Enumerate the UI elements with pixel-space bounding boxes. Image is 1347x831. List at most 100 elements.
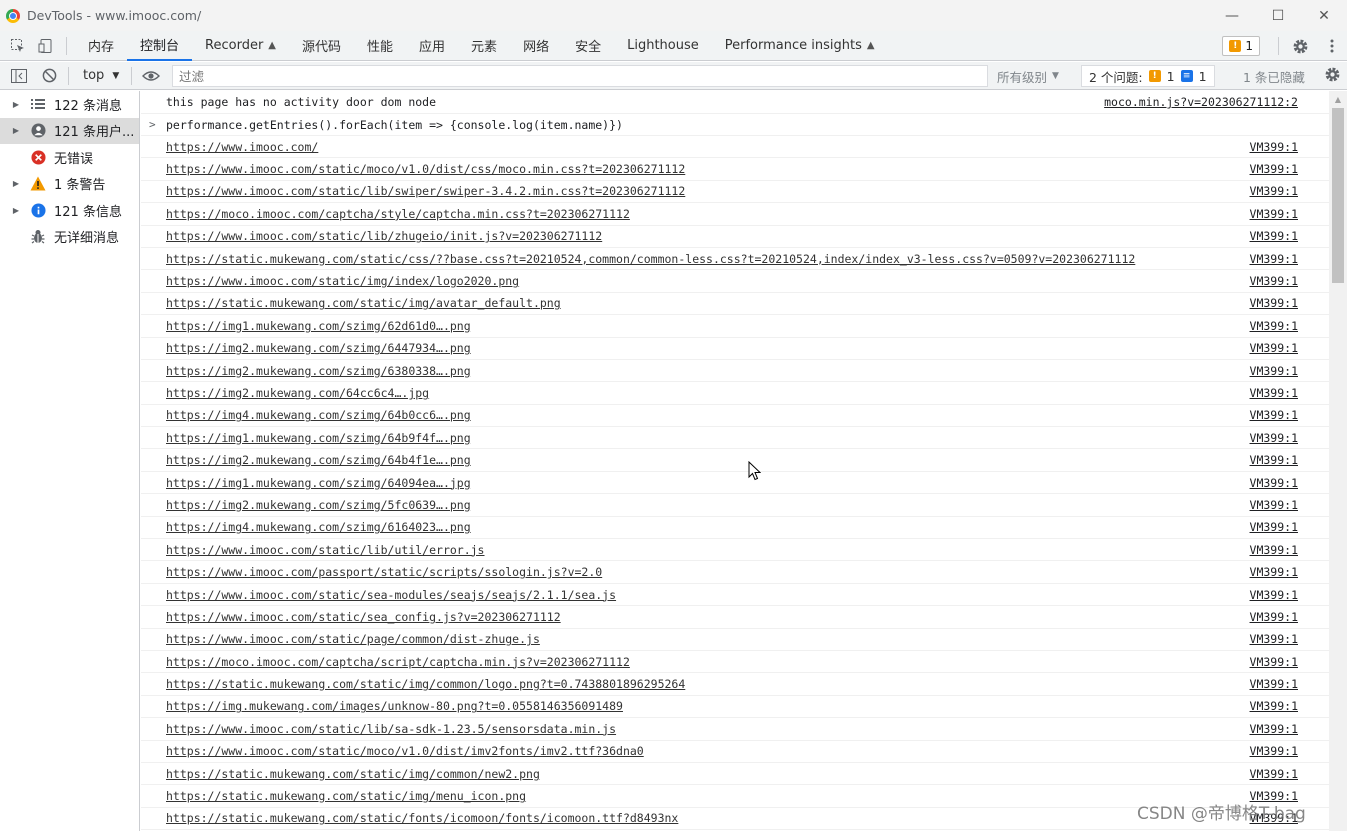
resource-url-link[interactable]: https://static.mukewang.com/static/img/m… [166, 789, 526, 803]
source-link[interactable]: VM399:1 [1250, 408, 1298, 422]
expand-arrow-icon[interactable]: ▶ [8, 126, 24, 135]
tab-3[interactable]: 源代码 [289, 31, 354, 61]
device-toolbar-icon[interactable] [32, 31, 60, 61]
context-selector[interactable]: top ▼ [73, 68, 127, 83]
source-link[interactable]: VM399:1 [1250, 655, 1298, 669]
console-scrollbar[interactable]: ▲ [1329, 91, 1347, 831]
tab-8[interactable]: 安全 [562, 31, 614, 61]
minimize-button[interactable]: — [1209, 0, 1255, 31]
tab-1[interactable]: 控制台 [127, 31, 193, 61]
source-link[interactable]: VM399:1 [1250, 543, 1298, 557]
source-link[interactable]: VM399:1 [1250, 296, 1298, 310]
clear-console-icon[interactable] [34, 62, 64, 90]
source-link[interactable]: VM399:1 [1250, 252, 1298, 266]
tab-0[interactable]: 内存 [75, 31, 127, 61]
source-link[interactable]: VM399:1 [1250, 162, 1298, 176]
source-link[interactable]: moco.min.js?v=202306271112:2 [1104, 95, 1298, 109]
tab-9[interactable]: Lighthouse [614, 31, 712, 61]
resource-url-link[interactable]: https://img2.mukewang.com/szimg/6447934…… [166, 341, 471, 355]
resource-url-link[interactable]: https://static.mukewang.com/static/fonts… [166, 811, 678, 825]
tab-7[interactable]: 网络 [510, 31, 562, 61]
resource-url-link[interactable]: https://static.mukewang.com/static/img/a… [166, 296, 561, 310]
resource-url-link[interactable]: https://img1.mukewang.com/szimg/64094ea…… [166, 476, 471, 490]
source-link[interactable]: VM399:1 [1250, 386, 1298, 400]
resource-url-link[interactable]: https://www.imooc.com/static/moco/v1.0/d… [166, 162, 685, 176]
source-link[interactable]: VM399:1 [1250, 699, 1298, 713]
close-button[interactable]: ✕ [1301, 0, 1347, 31]
resource-url-link[interactable]: https://www.imooc.com/static/sea_config.… [166, 610, 561, 624]
source-link[interactable]: VM399:1 [1250, 632, 1298, 646]
source-link[interactable]: VM399:1 [1250, 610, 1298, 624]
resource-url-link[interactable]: https://img.mukewang.com/images/unknow-8… [166, 699, 623, 713]
more-options-icon[interactable] [1317, 31, 1347, 61]
console-settings-gear-icon[interactable] [1324, 66, 1341, 87]
issues-badge[interactable]: ! 1 [1222, 36, 1260, 56]
expand-arrow-icon[interactable]: ▶ [8, 100, 24, 109]
source-link[interactable]: VM399:1 [1250, 498, 1298, 512]
resource-url-link[interactable]: https://www.imooc.com/static/moco/v1.0/d… [166, 744, 644, 758]
filter-input[interactable] [172, 65, 988, 87]
source-link[interactable]: VM399:1 [1250, 140, 1298, 154]
resource-url-link[interactable]: https://www.imooc.com/static/lib/zhugeio… [166, 229, 602, 243]
resource-url-link[interactable]: https://img2.mukewang.com/64cc6c4….jpg [166, 386, 429, 400]
source-link[interactable]: VM399:1 [1250, 229, 1298, 243]
resource-url-link[interactable]: https://img2.mukewang.com/szimg/6380338…… [166, 364, 471, 378]
resource-url-link[interactable]: https://static.mukewang.com/static/css/?… [166, 252, 1135, 266]
tab-10[interactable]: Performance insights ▲ [712, 31, 888, 61]
source-link[interactable]: VM399:1 [1250, 588, 1298, 602]
resource-url-link[interactable]: https://img1.mukewang.com/szimg/62d61d0…… [166, 319, 471, 333]
tab-2[interactable]: Recorder ▲ [192, 31, 289, 61]
resource-url-link[interactable]: https://img4.mukewang.com/szimg/6164023…… [166, 520, 471, 534]
resource-url-link[interactable]: https://static.mukewang.com/static/img/c… [166, 767, 540, 781]
source-link[interactable]: VM399:1 [1250, 431, 1298, 445]
resource-url-link[interactable]: https://img2.mukewang.com/szimg/64b4f1e…… [166, 453, 471, 467]
tab-5[interactable]: 应用 [406, 31, 458, 61]
resource-url-link[interactable]: https://www.imooc.com/static/lib/util/er… [166, 543, 485, 557]
source-link[interactable]: VM399:1 [1250, 274, 1298, 288]
source-link[interactable]: VM399:1 [1250, 364, 1298, 378]
expand-arrow-icon[interactable]: ▶ [8, 179, 24, 188]
sidebar-item-2[interactable]: 无错误 [0, 144, 139, 171]
scroll-up-icon[interactable]: ▲ [1329, 91, 1347, 108]
sidebar-toggle-icon[interactable] [4, 62, 34, 90]
tab-4[interactable]: 性能 [354, 31, 406, 61]
source-link[interactable]: VM399:1 [1250, 184, 1298, 198]
source-link[interactable]: VM399:1 [1250, 207, 1298, 221]
sidebar-item-5[interactable]: 无详细消息 [0, 224, 139, 251]
resource-url-link[interactable]: https://static.mukewang.com/static/img/c… [166, 677, 685, 691]
resource-url-link[interactable]: https://www.imooc.com/static/sea-modules… [166, 588, 616, 602]
source-link[interactable]: VM399:1 [1250, 767, 1298, 781]
source-link[interactable]: VM399:1 [1250, 677, 1298, 691]
sidebar-item-0[interactable]: ▶ 122 条消息 [0, 91, 139, 118]
resource-url-link[interactable]: https://www.imooc.com/static/page/common… [166, 632, 540, 646]
source-link[interactable]: VM399:1 [1250, 744, 1298, 758]
live-expression-eye-icon[interactable] [136, 62, 166, 90]
sidebar-item-1[interactable]: ▶ 121 条用户... [0, 117, 139, 144]
scrollbar-thumb[interactable] [1332, 108, 1344, 283]
log-levels-dropdown[interactable]: 所有级别 ▼ [997, 62, 1059, 90]
expand-arrow-icon[interactable]: ▶ [8, 206, 24, 215]
settings-gear-icon[interactable] [1283, 31, 1317, 61]
resource-url-link[interactable]: https://moco.imooc.com/captcha/script/ca… [166, 655, 630, 669]
inspect-element-icon[interactable] [4, 31, 32, 61]
source-link[interactable]: VM399:1 [1250, 722, 1298, 736]
issues-button[interactable]: 2 个问题: ! 1 ≡ 1 [1081, 65, 1215, 87]
resource-url-link[interactable]: https://www.imooc.com/static/lib/sa-sdk-… [166, 722, 616, 736]
resource-url-link[interactable]: https://img4.mukewang.com/szimg/64b0cc6…… [166, 408, 471, 422]
resource-url-link[interactable]: https://www.imooc.com/ [166, 140, 318, 154]
source-link[interactable]: VM399:1 [1250, 476, 1298, 490]
resource-url-link[interactable]: https://www.imooc.com/static/img/index/l… [166, 274, 519, 288]
expand-arrow-icon[interactable]: > [149, 118, 156, 131]
resource-url-link[interactable]: https://www.imooc.com/passport/static/sc… [166, 565, 602, 579]
source-link[interactable]: VM399:1 [1250, 520, 1298, 534]
source-link[interactable]: VM399:1 [1250, 565, 1298, 579]
source-link[interactable]: VM399:1 [1250, 319, 1298, 333]
resource-url-link[interactable]: https://img1.mukewang.com/szimg/64b9f4f…… [166, 431, 471, 445]
resource-url-link[interactable]: https://img2.mukewang.com/szimg/5fc0639…… [166, 498, 471, 512]
resource-url-link[interactable]: https://moco.imooc.com/captcha/style/cap… [166, 207, 630, 221]
sidebar-item-3[interactable]: ▶ 1 条警告 [0, 171, 139, 198]
tab-6[interactable]: 元素 [458, 31, 510, 61]
sidebar-item-4[interactable]: ▶ 121 条信息 [0, 197, 139, 224]
resource-url-link[interactable]: https://www.imooc.com/static/lib/swiper/… [166, 184, 685, 198]
maximize-button[interactable]: ☐ [1255, 0, 1301, 31]
